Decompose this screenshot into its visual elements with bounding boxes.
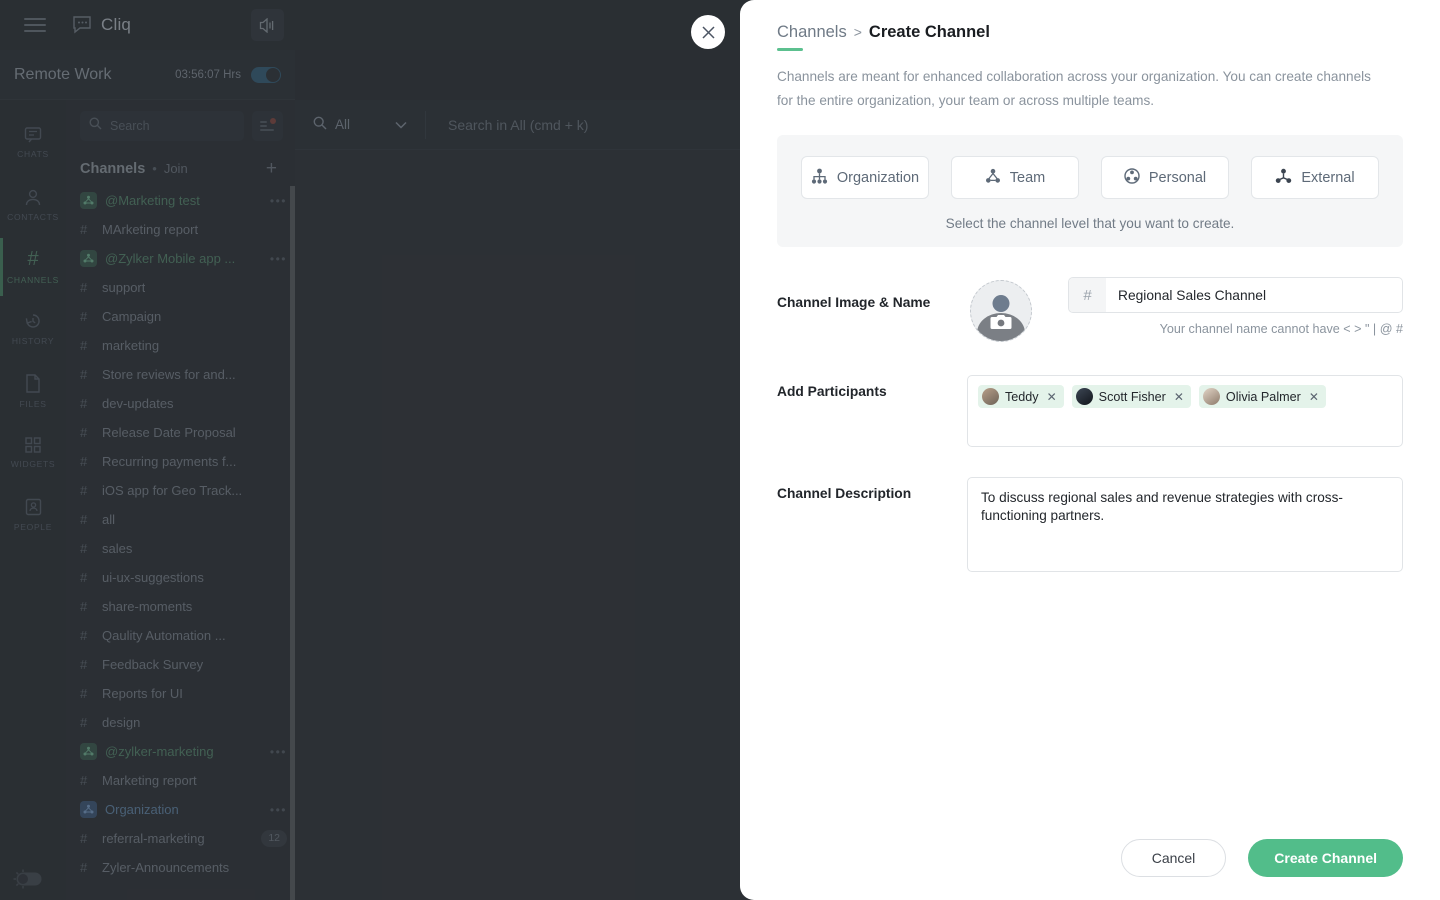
panel-footer: Cancel Create Channel: [777, 839, 1403, 900]
level-button-external[interactable]: External: [1251, 156, 1379, 200]
org-hierarchy-icon: [811, 168, 828, 188]
level-label: Organization: [836, 169, 920, 186]
participant-name: Olivia Palmer: [1225, 389, 1301, 404]
close-icon[interactable]: ✕: [1047, 391, 1057, 403]
channel-level-selector: Organization Team Personal External Sele…: [777, 135, 1403, 248]
add-participants-field: Add Participants Teddy ✕ Scott Fisher ✕ Oliv…: [777, 375, 1403, 448]
participant-chip[interactable]: Teddy ✕: [978, 385, 1064, 409]
create-channel-panel: Channels > Create Channel Channels are m…: [740, 0, 1440, 900]
external-network-icon: [1275, 168, 1292, 188]
channel-description-input[interactable]: To discuss regional sales and revenue st…: [967, 477, 1403, 573]
cancel-button[interactable]: Cancel: [1120, 839, 1227, 877]
personal-circle-icon: [1124, 168, 1140, 188]
participant-name: Teddy: [1005, 389, 1039, 404]
channel-name-input[interactable]: [1106, 278, 1402, 313]
close-icon[interactable]: ✕: [1309, 391, 1319, 403]
level-button-team[interactable]: Team: [951, 156, 1079, 200]
level-label: External: [1301, 169, 1355, 186]
level-label: Team: [1009, 169, 1046, 186]
add-participants-label: Add Participants: [777, 384, 887, 400]
channel-description-field: Channel Description To discuss regional …: [777, 477, 1403, 573]
level-button-organization[interactable]: Organization: [801, 156, 929, 200]
participant-name: Scott Fisher: [1098, 389, 1166, 404]
breadcrumb-underline: [777, 48, 803, 51]
breadcrumb: Channels > Create Channel: [777, 0, 1403, 51]
screen: Cliq Remote Work 03:56:07 Hrs CHATS CONT…: [0, 0, 1440, 900]
breadcrumb-parent[interactable]: Channels: [777, 23, 847, 42]
participant-chip[interactable]: Scott Fisher ✕: [1071, 385, 1191, 409]
level-hint: Select the channel level that you want t…: [945, 216, 1235, 232]
breadcrumb-separator: >: [853, 24, 862, 40]
panel-intro-text: Channels are meant for enhanced collabor…: [777, 69, 1371, 109]
breadcrumb-current: Create Channel: [868, 23, 990, 41]
team-triangle-icon: [985, 168, 1001, 188]
close-icon[interactable]: ✕: [1174, 391, 1184, 403]
avatar: [982, 388, 999, 406]
create-channel-button[interactable]: Create Channel: [1248, 839, 1403, 877]
channel-name-hint: Your channel name cannot have < > " | @ …: [1159, 322, 1403, 337]
channel-image-name-field: Channel Image & Name # Regional Sales Ch…: [777, 277, 1403, 346]
channel-name-input-wrap[interactable]: #: [1068, 277, 1403, 314]
level-button-personal[interactable]: Personal: [1101, 156, 1229, 200]
hash-icon: #: [1069, 278, 1106, 313]
level-label: Personal: [1148, 169, 1207, 186]
channel-description-label: Channel Description: [777, 486, 912, 502]
participants-input[interactable]: Teddy ✕ Scott Fisher ✕ Olivia Palmer ✕: [967, 375, 1403, 448]
channel-image-name-label: Channel Image & Name: [777, 295, 931, 311]
participant-chip[interactable]: Olivia Palmer ✕: [1198, 385, 1326, 409]
avatar: [1202, 388, 1220, 406]
channel-avatar-camera-icon[interactable]: [967, 277, 1035, 346]
close-icon[interactable]: [691, 15, 725, 49]
avatar: [1075, 388, 1093, 406]
